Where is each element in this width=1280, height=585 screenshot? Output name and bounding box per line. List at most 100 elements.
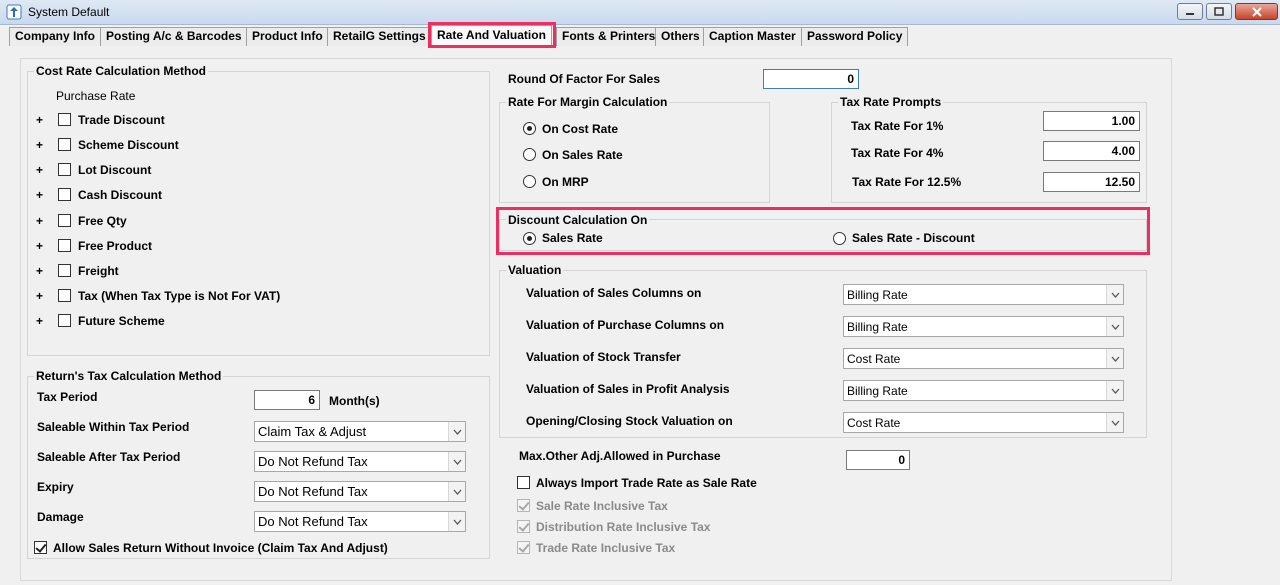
expiry-select[interactable]: Do Not Refund Tax [254, 481, 466, 502]
tax-period-input[interactable]: 6 [254, 390, 320, 410]
active-tab-highlight [428, 22, 556, 48]
purchase-rate-label: Purchase Rate [56, 89, 136, 103]
tab-password-policy[interactable]: Password Policy [801, 27, 909, 46]
chevron-down-icon[interactable] [448, 422, 465, 441]
trade-rate-inclusive-tax-checkbox[interactable] [517, 541, 530, 554]
tax-rate-1-input[interactable]: 1.00 [1043, 111, 1140, 131]
expand-icon[interactable]: + [36, 214, 43, 228]
valuation-purchase-select[interactable]: Billing Rate [843, 316, 1124, 337]
future-scheme-label: Future Scheme [78, 314, 165, 328]
valuation-purchase-value: Billing Rate [847, 320, 908, 334]
tax-not-vat-checkbox[interactable] [58, 289, 71, 302]
tab-company-info[interactable]: Company Info [9, 27, 101, 46]
chevron-down-icon[interactable] [1106, 381, 1123, 400]
cash-discount-label: Cash Discount [78, 188, 163, 202]
freight-checkbox[interactable] [58, 264, 71, 277]
distribution-rate-inclusive-tax-checkbox[interactable] [517, 520, 530, 533]
chevron-down-icon[interactable] [448, 452, 465, 471]
maximize-button[interactable] [1206, 3, 1232, 20]
saleable-within-select[interactable]: Claim Tax & Adjust [254, 421, 466, 442]
chevron-down-icon[interactable] [1106, 349, 1123, 368]
valuation-stock-transfer-select[interactable]: Cost Rate [843, 348, 1124, 369]
expand-icon[interactable]: + [36, 264, 43, 278]
sale-rate-inclusive-tax-label: Sale Rate Inclusive Tax [536, 499, 668, 513]
tax-period-unit: Month(s) [329, 394, 380, 408]
margin-calc-title: Rate For Margin Calculation [506, 95, 670, 109]
tab-posting-barcodes[interactable]: Posting A/c & Barcodes [100, 27, 248, 46]
freight-label: Freight [78, 264, 119, 278]
discount-calc-highlight [496, 207, 1150, 255]
expand-icon[interactable]: + [36, 113, 43, 127]
chevron-down-icon[interactable] [448, 482, 465, 501]
valuation-opening-closing-value: Cost Rate [847, 416, 901, 430]
free-product-checkbox[interactable] [58, 239, 71, 252]
on-cost-rate-label: On Cost Rate [542, 122, 619, 136]
minimize-button[interactable] [1177, 3, 1203, 20]
saleable-after-value: Do Not Refund Tax [258, 454, 368, 469]
expand-icon[interactable]: + [36, 138, 43, 152]
valuation-profit-select[interactable]: Billing Rate [843, 380, 1124, 401]
valuation-purchase-label: Valuation of Purchase Columns on [526, 318, 725, 332]
chevron-down-icon[interactable] [448, 512, 465, 531]
tax-rate-4-input[interactable]: 4.00 [1043, 141, 1140, 161]
saleable-after-select[interactable]: Do Not Refund Tax [254, 451, 466, 472]
expand-icon[interactable]: + [36, 289, 43, 303]
allow-return-checkbox[interactable] [34, 541, 47, 554]
tab-product-info[interactable]: Product Info [246, 27, 329, 46]
future-scheme-checkbox[interactable] [58, 314, 71, 327]
margin-calc-group: Rate For Margin Calculation On Cost Rate… [499, 95, 770, 203]
tab-others[interactable]: Others [655, 27, 706, 46]
title-bar: System Default [0, 0, 1280, 25]
import-trade-rate-checkbox[interactable] [517, 476, 530, 489]
round-factor-label: Round Of Factor For Sales [508, 72, 661, 86]
maximize-icon [1214, 7, 1224, 16]
valuation-sales-label: Valuation of Sales Columns on [526, 286, 702, 300]
valuation-sales-select[interactable]: Billing Rate [843, 284, 1124, 305]
saleable-within-label: Saleable Within Tax Period [37, 420, 190, 434]
free-qty-label: Free Qty [78, 214, 127, 228]
chevron-down-icon[interactable] [1106, 413, 1123, 432]
lot-discount-checkbox[interactable] [58, 163, 71, 176]
max-adj-input[interactable]: 0 [846, 450, 910, 470]
tab-retailg-settings[interactable]: RetailG Settings [327, 27, 432, 46]
cash-discount-checkbox[interactable] [58, 188, 71, 201]
chevron-down-icon[interactable] [1106, 317, 1123, 336]
sale-rate-inclusive-tax-checkbox[interactable] [517, 499, 530, 512]
round-factor-input[interactable]: 0 [763, 69, 859, 89]
valuation-group: Valuation Valuation of Sales Columns on … [499, 263, 1147, 438]
free-product-label: Free Product [78, 239, 153, 253]
expand-icon[interactable]: + [36, 163, 43, 177]
valuation-profit-label: Valuation of Sales in Profit Analysis [526, 382, 730, 396]
close-button[interactable] [1235, 3, 1278, 20]
lot-discount-label: Lot Discount [78, 163, 152, 177]
on-mrp-label: On MRP [542, 175, 589, 189]
free-qty-checkbox[interactable] [58, 214, 71, 227]
valuation-opening-closing-label: Opening/Closing Stock Valuation on [526, 414, 733, 428]
app-icon [6, 4, 22, 20]
expand-icon[interactable]: + [36, 239, 43, 253]
on-sales-rate-radio[interactable] [523, 148, 536, 161]
valuation-title: Valuation [506, 263, 564, 277]
saleable-within-value: Claim Tax & Adjust [258, 424, 367, 439]
on-mrp-radio[interactable] [523, 175, 536, 188]
tab-content-panel: Cost Rate Calculation Method Purchase Ra… [20, 58, 1172, 581]
tab-fonts-printers[interactable]: Fonts & Printers [556, 27, 662, 46]
tab-strip: Company Info Posting A/c & Barcodes Prod… [0, 25, 1280, 47]
expand-icon[interactable]: + [36, 188, 43, 202]
trade-discount-checkbox[interactable] [58, 113, 71, 126]
tax-rate-1-label: Tax Rate For 1% [851, 119, 944, 133]
tax-prompts-title: Tax Rate Prompts [838, 95, 944, 109]
on-cost-rate-radio[interactable] [523, 122, 536, 135]
scheme-discount-checkbox[interactable] [58, 138, 71, 151]
tab-caption-master[interactable]: Caption Master [703, 27, 802, 46]
saleable-after-label: Saleable After Tax Period [37, 450, 181, 464]
valuation-opening-closing-select[interactable]: Cost Rate [843, 412, 1124, 433]
max-adj-label: Max.Other Adj.Allowed in Purchase [519, 449, 721, 463]
expand-icon[interactable]: + [36, 314, 43, 328]
cost-rate-group: Cost Rate Calculation Method Purchase Ra… [27, 64, 490, 356]
damage-select[interactable]: Do Not Refund Tax [254, 511, 466, 532]
chevron-down-icon[interactable] [1106, 285, 1123, 304]
window-title: System Default [28, 5, 110, 19]
tax-rate-12-input[interactable]: 12.50 [1043, 172, 1140, 192]
damage-value: Do Not Refund Tax [258, 514, 368, 529]
